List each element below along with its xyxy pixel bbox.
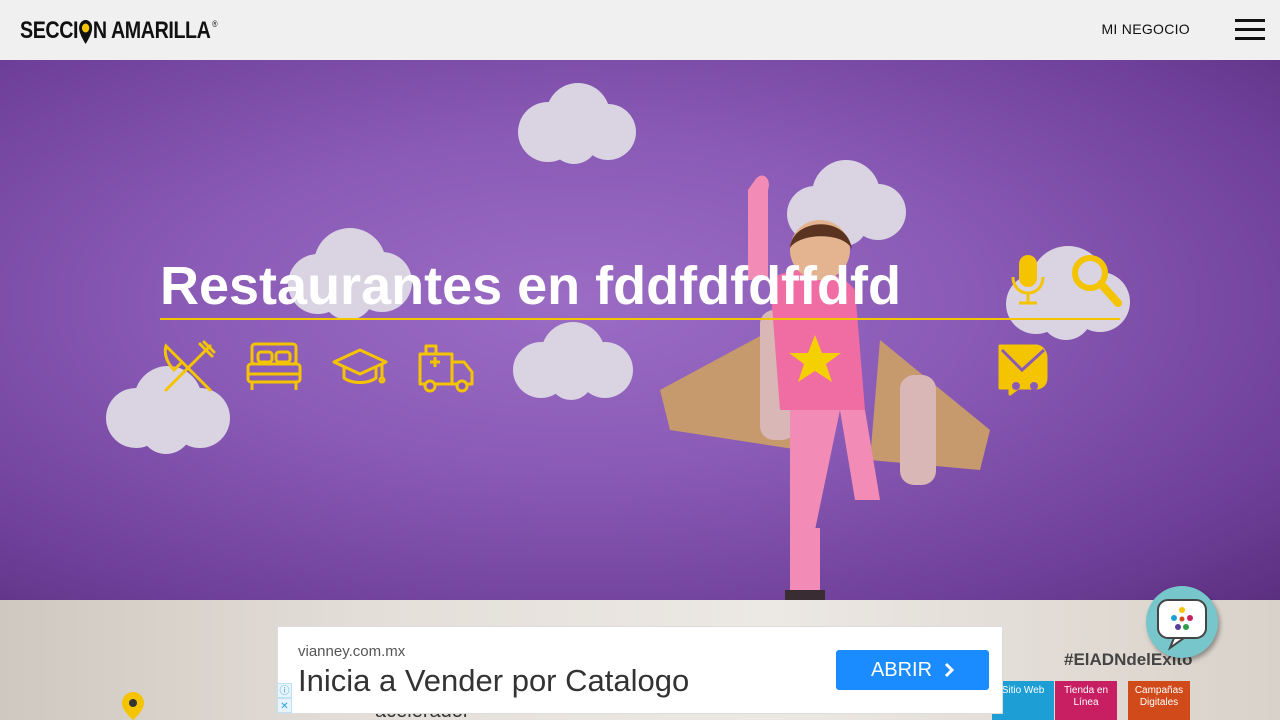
- health-category-ambulance-icon[interactable]: [418, 340, 474, 396]
- cloud-decoration: [518, 83, 636, 164]
- chat-widget-button[interactable]: [1146, 586, 1218, 658]
- logo-text-start: SECCI: [20, 17, 79, 44]
- logo-text-end: N AMARILLA: [92, 17, 211, 44]
- hero-banner: Restaurantes en fddfdfdffdfd: [0, 60, 1280, 600]
- top-header: SECCI N AMARILLA ® MI NEGOCIO: [0, 0, 1280, 60]
- ad-open-button-label: ABRIR: [870, 658, 933, 681]
- ad-choices[interactable]: ⓘ ✕: [277, 683, 292, 713]
- mi-negocio-link[interactable]: MI NEGOCIO: [1101, 21, 1190, 37]
- logo-registered-mark: ®: [212, 19, 218, 29]
- girl-with-wings-illustration: [660, 175, 990, 600]
- ad-headline[interactable]: Inicia a Vender por Catalogo: [298, 663, 689, 699]
- ad-open-button[interactable]: ABRIR: [836, 650, 989, 690]
- hamburger-icon[interactable]: [1235, 19, 1265, 41]
- map-pin-icon: [122, 692, 144, 720]
- search-input[interactable]: Restaurantes en fddfdfdffdfd: [160, 255, 901, 317]
- education-category-graduation-cap-icon[interactable]: [332, 340, 388, 396]
- ad-domain: vianney.com.mx: [298, 643, 406, 660]
- logo-pin-icon: [78, 20, 93, 44]
- promo-tile-tienda-en-linea[interactable]: Tienda en Línea: [1055, 681, 1117, 720]
- site-logo[interactable]: SECCI N AMARILLA ®: [20, 17, 218, 45]
- mail-icon[interactable]: [996, 340, 1050, 396]
- ad-close-icon[interactable]: ✕: [277, 698, 292, 713]
- chat-icon: [1157, 599, 1207, 651]
- restaurants-category-fork-knife-icon[interactable]: [160, 340, 216, 396]
- promo-tile-campanas-digitales[interactable]: Campañas Digitales: [1128, 681, 1190, 720]
- cloud-decoration: [513, 322, 633, 400]
- microphone-icon[interactable]: [1010, 253, 1046, 307]
- search-field[interactable]: Restaurantes en fddfdfdffdfd: [160, 250, 1122, 320]
- ad-info-icon[interactable]: ⓘ: [277, 683, 292, 698]
- search-icon[interactable]: [1070, 253, 1122, 307]
- chevron-right-icon: [945, 662, 955, 678]
- hotels-category-bed-icon[interactable]: [246, 340, 302, 396]
- ad-card[interactable]: vianney.com.mx Inicia a Vender por Catal…: [277, 626, 1003, 714]
